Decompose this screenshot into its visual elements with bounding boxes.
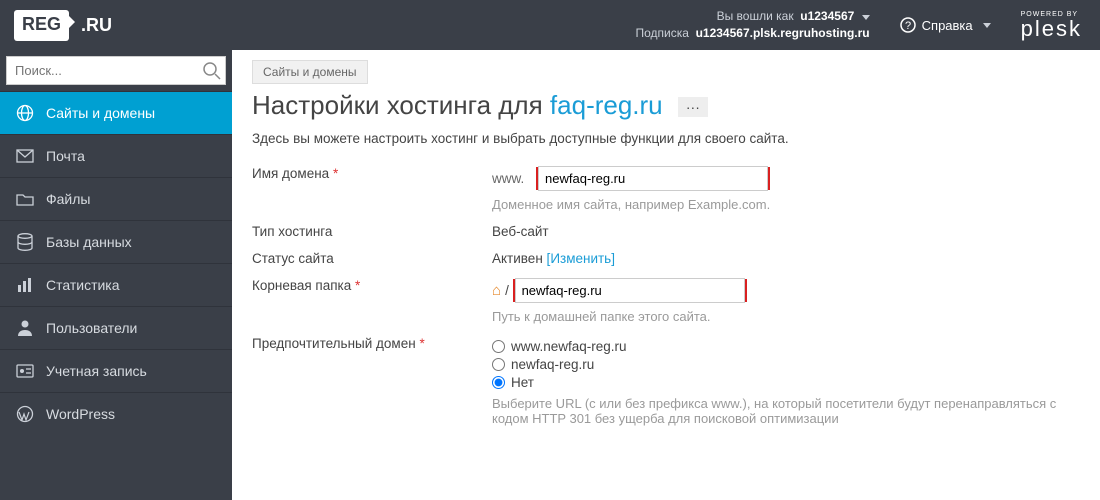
card-icon <box>16 362 34 380</box>
folder-icon <box>16 190 34 208</box>
main-content: Сайты и домены Настройки хостинга для fa… <box>232 50 1100 500</box>
logo-badge: REG <box>14 10 69 41</box>
radio-label: newfaq-reg.ru <box>511 357 594 372</box>
help-label: Справка <box>922 18 973 33</box>
database-icon <box>16 233 34 251</box>
preferred-domain-radio-www[interactable] <box>492 340 505 353</box>
top-bar: REG .RU Вы вошли как u1234567 Подписка u… <box>0 0 1100 50</box>
radio-label: www.newfaq-reg.ru <box>511 339 627 354</box>
login-block: Вы вошли как u1234567 Подписка u1234567.… <box>635 8 869 42</box>
root-dir-label: Корневая папка * <box>252 278 492 324</box>
change-status-link[interactable]: Изменить <box>550 251 611 266</box>
sidebar-item-label: Почта <box>46 148 85 164</box>
subscription-label: Подписка <box>635 26 688 40</box>
hosting-type-value: Веб-сайт <box>492 224 1080 239</box>
preferred-domain-label: Предпочтительный домен * <box>252 336 492 426</box>
title-prefix: Настройки хостинга для <box>252 90 550 120</box>
hosting-form: Имя домена * www. Доменное имя сайта, на… <box>232 160 1100 432</box>
sidebar-item-label: Пользователи <box>46 320 137 336</box>
user-icon <box>16 319 34 337</box>
username[interactable]: u1234567 <box>800 9 854 23</box>
sidebar-item-mail[interactable]: Почта <box>0 134 232 177</box>
sidebar-item-files[interactable]: Файлы <box>0 177 232 220</box>
help-link[interactable]: ? Справка <box>900 17 991 33</box>
sidebar-item-wordpress[interactable]: WordPress <box>0 392 232 435</box>
sidebar-item-databases[interactable]: Базы данных <box>0 220 232 263</box>
search-icon[interactable] <box>199 58 225 84</box>
domain-name-hint: Доменное имя сайта, например Example.com… <box>492 197 1080 212</box>
help-icon: ? <box>900 17 916 33</box>
plesk-logo: POWERED BY plesk <box>1021 11 1082 40</box>
svg-text:?: ? <box>905 20 911 32</box>
sidebar-item-label: Файлы <box>46 191 90 207</box>
more-actions-button[interactable]: ··· <box>678 97 708 117</box>
logo[interactable]: REG .RU <box>0 10 232 41</box>
site-status-value: Активен [Изменить] <box>492 251 1080 266</box>
www-prefix: www. <box>492 171 524 186</box>
root-dir-input[interactable] <box>515 278 745 303</box>
sidebar: Сайты и домены Почта Файлы Базы данных С… <box>0 50 232 500</box>
sidebar-item-stats[interactable]: Статистика <box>0 263 232 306</box>
domain-name-input[interactable] <box>538 166 768 191</box>
search-box[interactable] <box>6 56 226 85</box>
logged-in-label: Вы вошли как <box>717 9 794 23</box>
root-dir-highlight <box>513 279 747 302</box>
domain-name-label: Имя домена * <box>252 166 492 212</box>
path-separator: / <box>505 283 513 298</box>
home-icon: ⌂ <box>492 282 501 299</box>
sidebar-item-label: Базы данных <box>46 234 132 250</box>
search-input[interactable] <box>7 57 199 84</box>
domain-name-highlight <box>536 167 770 190</box>
preferred-domain-radio-none[interactable] <box>492 376 505 389</box>
wordpress-icon <box>16 405 34 423</box>
site-status-label: Статус сайта <box>252 251 492 266</box>
preferred-domain-hint: Выберите URL (с или без префикса www.), … <box>492 396 1080 426</box>
breadcrumb-item[interactable]: Сайты и домены <box>252 60 368 84</box>
preferred-domain-radio-nowww[interactable] <box>492 358 505 371</box>
page-lead: Здесь вы можете настроить хостинг и выбр… <box>232 127 1100 160</box>
sidebar-item-sites-domains[interactable]: Сайты и домены <box>0 91 232 134</box>
mail-icon <box>16 147 34 165</box>
logo-tail: .RU <box>81 15 112 36</box>
page-title: Настройки хостинга для faq-reg.ru ··· <box>232 84 1100 127</box>
sidebar-item-account[interactable]: Учетная запись <box>0 349 232 392</box>
title-domain[interactable]: faq-reg.ru <box>550 90 663 120</box>
stats-icon <box>16 276 34 294</box>
chevron-down-icon[interactable] <box>983 23 991 28</box>
sidebar-item-label: WordPress <box>46 406 115 422</box>
hosting-type-label: Тип хостинга <box>252 224 492 239</box>
root-dir-hint: Путь к домашней папке этого сайта. <box>492 309 1080 324</box>
sidebar-item-label: Статистика <box>46 277 120 293</box>
radio-label: Нет <box>511 375 534 390</box>
breadcrumb: Сайты и домены <box>232 50 1100 84</box>
plesk-text: plesk <box>1021 18 1082 40</box>
sidebar-item-users[interactable]: Пользователи <box>0 306 232 349</box>
globe-icon <box>16 104 34 122</box>
sidebar-item-label: Учетная запись <box>46 363 147 379</box>
top-right: Вы вошли как u1234567 Подписка u1234567.… <box>635 8 1100 42</box>
sidebar-item-label: Сайты и домены <box>46 105 155 121</box>
chevron-down-icon[interactable] <box>862 15 870 20</box>
subscription-value[interactable]: u1234567.plsk.regruhosting.ru <box>696 26 870 40</box>
